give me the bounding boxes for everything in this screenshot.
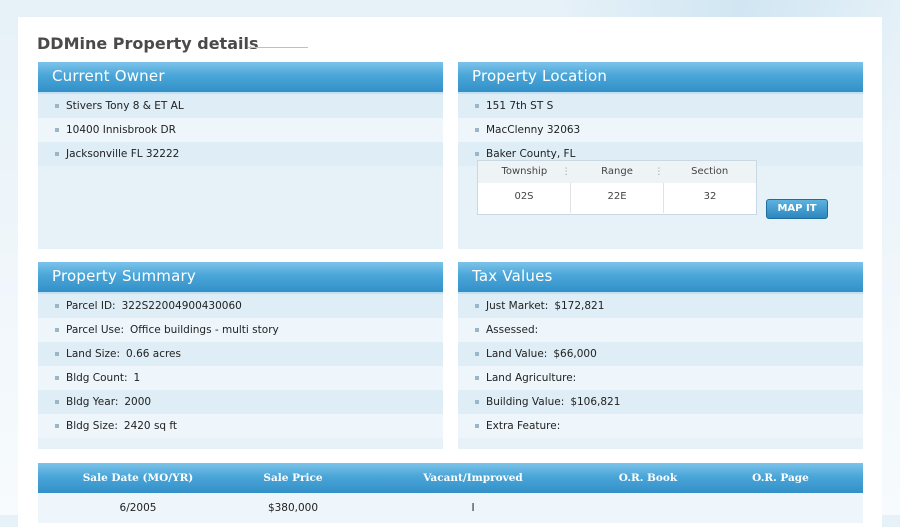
bullet-icon <box>475 304 479 308</box>
extra-feature-label: Extra Feature: <box>486 420 561 432</box>
bullet-icon <box>55 328 59 332</box>
location-line: 151 7th ST S <box>458 94 863 118</box>
current-owner-heading: Current Owner <box>38 62 443 94</box>
sale-date-cell: 6/2005 <box>119 502 157 514</box>
parcel-id-value: 322S22004900430060 <box>121 300 242 312</box>
bullet-icon <box>475 424 479 428</box>
bullet-icon <box>55 104 59 108</box>
bullet-icon <box>475 352 479 356</box>
land-value-value: $66,000 <box>553 348 597 360</box>
sale-price-cell: $380,000 <box>267 502 319 514</box>
or-page-cell <box>698 493 863 523</box>
vacant-improved-header: Vacant/Improved <box>423 472 523 484</box>
bullet-icon <box>475 104 479 108</box>
township-value: 02S <box>478 183 571 213</box>
owner-line: Jacksonville FL 32222 <box>38 142 443 166</box>
section-value: 32 <box>703 191 717 202</box>
tax-values-heading: Tax Values <box>458 262 863 294</box>
tax-row: Assessed: <box>458 318 863 342</box>
range-value: 22E <box>571 183 664 213</box>
or-book-header: O.R. Book <box>618 472 678 484</box>
bullet-icon <box>475 328 479 332</box>
bullet-icon <box>475 128 479 132</box>
property-location-heading: Property Location <box>458 62 863 94</box>
property-summary-panel: Property Summary Parcel ID: 322S220049004… <box>38 262 443 449</box>
location-city: MacClenny 32063 <box>486 124 581 136</box>
just-market-label: Just Market: <box>486 300 549 312</box>
table-row: 6/2005 $380,000 I <box>38 493 863 523</box>
map-it-button[interactable]: MAP IT <box>766 199 828 219</box>
building-value-value: $106,821 <box>570 396 621 408</box>
bullet-icon <box>475 400 479 404</box>
bldg-count-value: 1 <box>133 372 141 384</box>
bldg-year-value: 2000 <box>124 396 152 408</box>
township-range-section-table: Township Range Section 02S 22E 32 <box>477 160 757 215</box>
summary-row: Parcel Use: Office buildings - multi stor… <box>38 318 443 342</box>
section-header: Section <box>691 166 729 177</box>
property-location-panel: Property Location 151 7th ST S MacClenny… <box>458 62 863 249</box>
current-owner-panel: Current Owner Stivers Tony 8 & ET AL 104… <box>38 62 443 249</box>
bullet-icon <box>55 352 59 356</box>
bullet-icon <box>55 128 59 132</box>
tax-row: Extra Feature: <box>458 414 863 438</box>
property-summary-heading: Property Summary <box>38 262 443 294</box>
bldg-size-value: 2420 sq ft <box>123 420 178 432</box>
owner-street: 10400 Innisbrook DR <box>66 124 176 136</box>
owner-city: Jacksonville FL 32222 <box>66 148 180 160</box>
location-line: MacClenny 32063 <box>458 118 863 142</box>
land-value-label: Land Value: <box>486 348 548 360</box>
bullet-icon <box>55 424 59 428</box>
bldg-size-label: Bldg Size: <box>66 420 118 432</box>
tax-row: Just Market: $172,821 <box>458 294 863 318</box>
summary-row: Bldg Year: 2000 <box>38 390 443 414</box>
trs-value-row: 02S 22E 32 <box>478 183 756 213</box>
owner-line: Stivers Tony 8 & ET AL <box>38 94 443 118</box>
just-market-value: $172,821 <box>554 300 605 312</box>
tax-row: Land Agriculture: <box>458 366 863 390</box>
summary-row: Parcel ID: 322S22004900430060 <box>38 294 443 318</box>
page-title: DDMine Property details <box>37 34 259 53</box>
tax-values-panel: Tax Values Just Market: $172,821 Assessed… <box>458 262 863 449</box>
property-details-page: DDMine Property details Current Owner St… <box>18 17 882 527</box>
vacant-improved-cell: I <box>471 502 475 514</box>
tax-row: Building Value: $106,821 <box>458 390 863 414</box>
bullet-icon <box>55 400 59 404</box>
sale-price-header: Sale Price <box>263 472 323 484</box>
bullet-icon <box>55 304 59 308</box>
bullet-icon <box>475 376 479 380</box>
location-street: 151 7th ST S <box>486 100 554 112</box>
assessed-label: Assessed: <box>486 324 539 336</box>
bullet-icon <box>55 152 59 156</box>
summary-row: Bldg Count: 1 <box>38 366 443 390</box>
summary-row: Bldg Size: 2420 sq ft <box>38 414 443 438</box>
bullet-icon <box>55 376 59 380</box>
sales-history-table: Sale Date (MO/YR) Sale Price Vacant/Impr… <box>38 463 863 523</box>
parcel-use-label: Parcel Use: <box>66 324 125 336</box>
summary-row: Land Size: 0.66 acres <box>38 342 443 366</box>
parcel-use-value: Office buildings - multi story <box>130 324 279 336</box>
title-underline <box>248 47 308 48</box>
township-header: Township <box>478 161 571 183</box>
bldg-year-label: Bldg Year: <box>66 396 119 408</box>
or-book-cell <box>598 493 698 523</box>
bullet-icon <box>475 152 479 156</box>
trs-header-row: Township Range Section <box>478 161 756 183</box>
sales-header-row: Sale Date (MO/YR) Sale Price Vacant/Impr… <box>38 463 863 493</box>
tax-row: Land Value: $66,000 <box>458 342 863 366</box>
land-size-label: Land Size: <box>66 348 121 360</box>
owner-line: 10400 Innisbrook DR <box>38 118 443 142</box>
parcel-id-label: Parcel ID: <box>66 300 116 312</box>
land-size-value: 0.66 acres <box>126 348 181 360</box>
location-county: Baker County, FL <box>486 148 576 160</box>
range-header: Range <box>571 161 664 183</box>
bldg-count-label: Bldg Count: <box>66 372 128 384</box>
owner-name: Stivers Tony 8 & ET AL <box>66 100 184 112</box>
or-page-header: O.R. Page <box>752 472 809 484</box>
building-value-label: Building Value: <box>486 396 565 408</box>
sale-date-header: Sale Date (MO/YR) <box>82 472 194 484</box>
land-agriculture-label: Land Agriculture: <box>486 372 577 384</box>
